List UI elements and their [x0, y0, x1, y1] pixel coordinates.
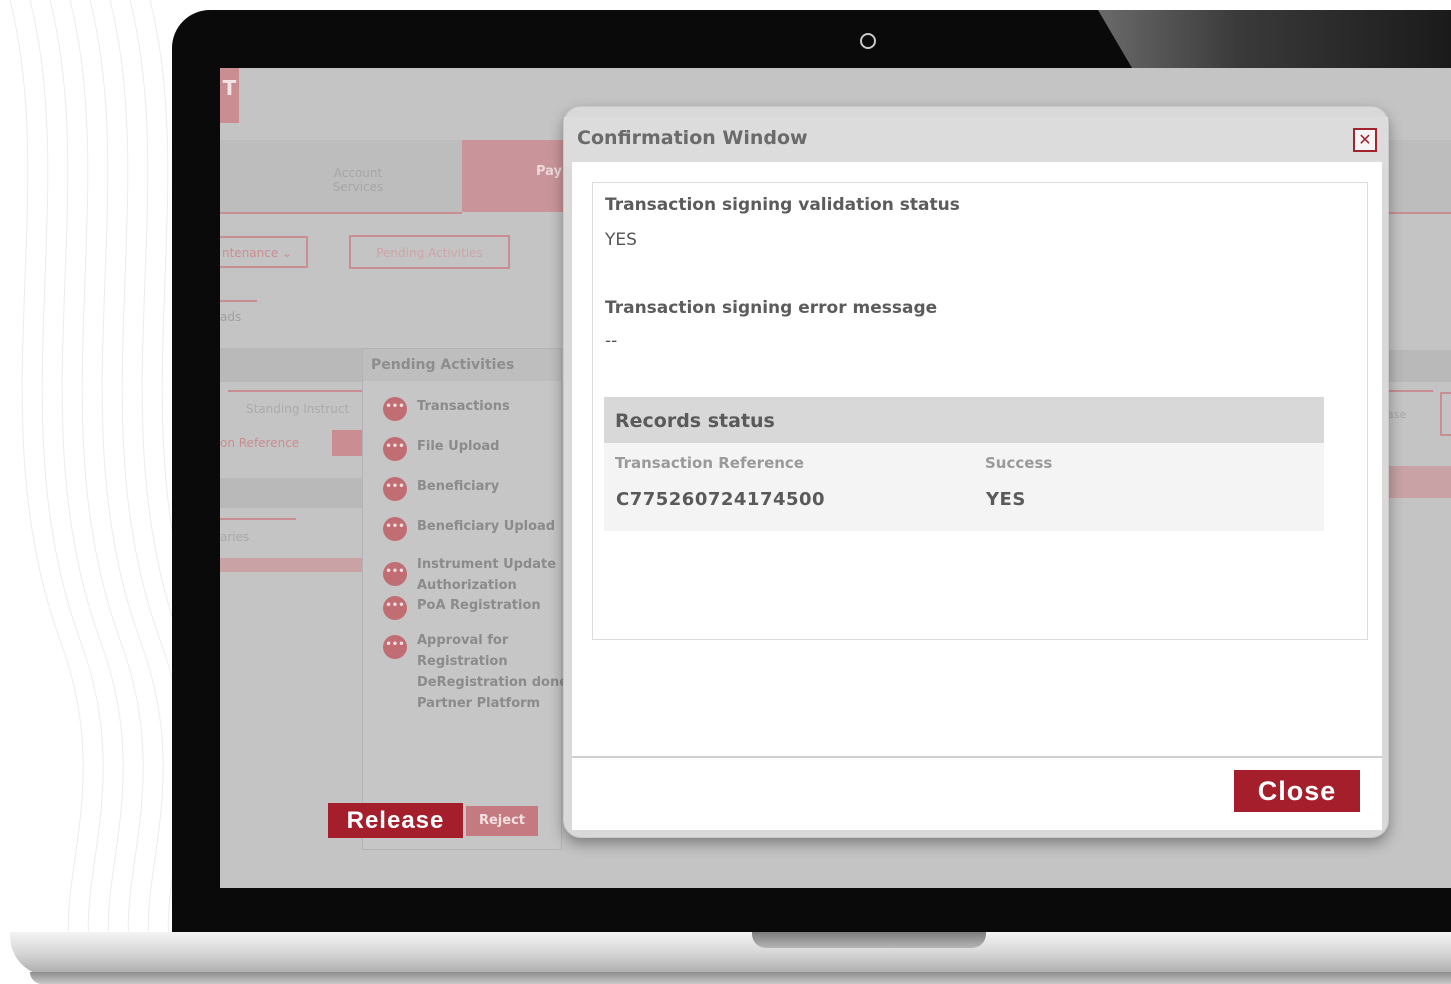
- tab-beneficiaries[interactable]: aries: [220, 518, 296, 552]
- chat-bubble-icon: •••: [383, 596, 407, 620]
- pending-item-label-line2: Registration: [417, 654, 508, 669]
- reject-button[interactable]: Reject: [466, 806, 538, 836]
- pending-item-label: PoA Registration: [417, 598, 541, 613]
- modal-body: Transaction signing validation status YE…: [572, 162, 1382, 756]
- maintenance-dropdown[interactable]: ntenance ⌄: [220, 236, 308, 268]
- bezel-glare: [1098, 10, 1451, 68]
- pending-activities-button[interactable]: Pending Activities: [349, 235, 510, 269]
- error-message-label: Transaction signing error message: [605, 298, 938, 318]
- pending-activities-title: Pending Activities: [363, 349, 561, 381]
- laptop-base-edge: [30, 972, 1451, 984]
- laptop-hinge-notch: [752, 932, 986, 948]
- nav-tab-account-line2: Services: [332, 180, 384, 194]
- chat-bubble-icon: •••: [383, 635, 407, 659]
- selected-row-strip-right: [1383, 466, 1451, 498]
- modal-footer: Close: [572, 756, 1382, 830]
- webcam-icon: [860, 33, 876, 49]
- pending-item-label-line2: Authorization: [417, 578, 517, 593]
- column-header-reference: Transaction Reference: [615, 454, 804, 472]
- maintenance-dropdown-label: ntenance: [222, 246, 279, 260]
- transaction-reference-value: C775260724174500: [616, 489, 826, 510]
- tab-right-edge[interactable]: [1440, 392, 1451, 436]
- pending-item-label: File Upload: [417, 439, 500, 454]
- pending-item-label: Transactions: [417, 399, 510, 414]
- nav-tab-account-services[interactable]: Account Services: [254, 140, 462, 212]
- chat-bubble-icon: •••: [383, 517, 407, 541]
- success-value: YES: [986, 489, 1026, 510]
- section-header-bar: [220, 348, 362, 382]
- tab-standing-instruction[interactable]: Standing Instruct: [228, 390, 362, 424]
- chat-bubble-icon: •••: [383, 397, 407, 421]
- reference-label: on Reference: [220, 436, 300, 450]
- selected-row-strip: [220, 558, 362, 572]
- laptop-base: [10, 932, 1451, 976]
- records-status-title: Records status: [604, 397, 1324, 443]
- reference-tag: [332, 430, 362, 456]
- pending-activities-panel: Pending Activities ••• Transactions ••• …: [362, 348, 568, 850]
- confirmation-modal: Confirmation Window ✕ Transaction signin…: [563, 106, 1389, 838]
- table-header-bar: [220, 478, 362, 508]
- records-table: Transaction Reference Success C775260724…: [604, 443, 1324, 531]
- right-content-panel: [1380, 373, 1451, 798]
- pending-item-label-line4: Partner Platform: [417, 696, 541, 711]
- tab-release-right[interactable]: ase: [1383, 390, 1433, 434]
- nav-tab-account-line1: Account: [333, 166, 383, 180]
- bank-logo: T: [220, 68, 239, 123]
- pending-item-label: Beneficiary Upload: [417, 519, 556, 534]
- nav-underline: [220, 212, 462, 214]
- nav-underline-right: [1388, 212, 1451, 214]
- pending-item-label-line3: DeRegistration done: [417, 675, 569, 690]
- sub-tab-uploads[interactable]: ads: [220, 300, 257, 334]
- column-header-success: Success: [985, 454, 1053, 472]
- pending-item-label-line1: Instrument Update: [417, 557, 557, 572]
- chat-bubble-icon: •••: [383, 562, 407, 586]
- chat-bubble-icon: •••: [383, 437, 407, 461]
- error-message-value: --: [605, 331, 618, 351]
- chat-bubble-icon: •••: [383, 477, 407, 501]
- close-icon[interactable]: ✕: [1353, 128, 1377, 152]
- pending-item-label: Instrument Update Authorization: [417, 554, 556, 596]
- release-button[interactable]: Release: [328, 803, 463, 838]
- signing-status-value: YES: [605, 230, 637, 250]
- signing-status-label: Transaction signing validation status: [605, 195, 960, 215]
- close-button[interactable]: Close: [1234, 770, 1360, 812]
- pending-item-label: Beneficiary: [417, 479, 500, 494]
- pending-item-label: Approval for Registration DeRegistration…: [417, 630, 568, 714]
- chevron-down-icon: ⌄: [282, 246, 293, 260]
- pending-item-label-line1: Approval for: [417, 633, 509, 648]
- modal-title: Confirmation Window: [577, 127, 808, 149]
